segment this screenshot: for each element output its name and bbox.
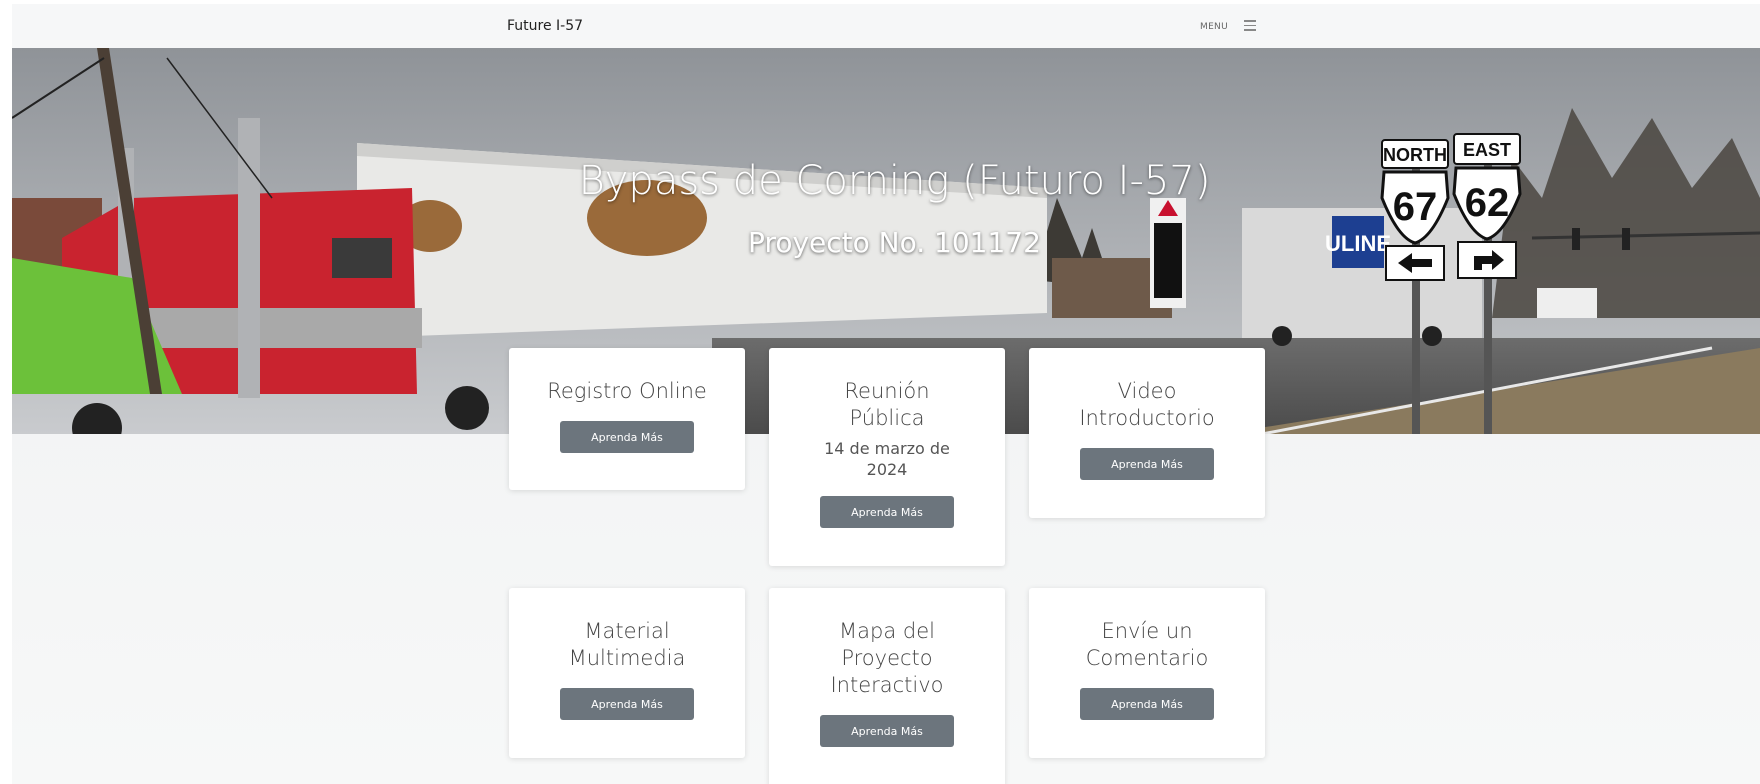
- card-title: Registro Online: [547, 379, 707, 403]
- card-title-line: Material: [584, 619, 670, 643]
- card-title-line: Video: [1117, 379, 1177, 403]
- card-title-line: Introductorio: [1079, 406, 1215, 430]
- card-title-line: Envíe un: [1101, 619, 1193, 643]
- hamburger-menu-icon[interactable]: [1244, 20, 1256, 31]
- card-registro-online: Registro Online Aprenda Más: [509, 348, 745, 490]
- envie-comentario-learn-more-button[interactable]: Aprenda Más: [1080, 688, 1214, 720]
- card-envie-comentario: Envíe un Comentario Aprenda Más: [1029, 588, 1265, 758]
- registro-online-learn-more-button[interactable]: Aprenda Más: [560, 421, 694, 453]
- hero-subtitle: Proyecto No. 101172: [748, 226, 1041, 259]
- site-brand-link[interactable]: Future I-57: [507, 18, 583, 34]
- card-title-line: Pública: [849, 406, 925, 430]
- card-title: Envíe un Comentario: [1029, 618, 1265, 672]
- reunion-publica-learn-more-button[interactable]: Aprenda Más: [820, 496, 954, 528]
- card-material-multimedia: Material Multimedia Aprenda Más: [509, 588, 745, 758]
- top-navbar: Future I-57 MENU: [12, 4, 1760, 48]
- card-title-line: Reunión: [844, 379, 930, 403]
- material-multimedia-learn-more-button[interactable]: Aprenda Más: [560, 688, 694, 720]
- sign-east-text: EAST: [1463, 140, 1511, 160]
- menu-label[interactable]: MENU: [1200, 22, 1228, 32]
- card-title-line: Interactivo: [830, 673, 944, 697]
- card-title: Material Multimedia: [509, 618, 745, 672]
- hero-title: Bypass de Corning (Futuro I-57): [578, 158, 1211, 204]
- card-video-introductorio: Video Introductorio Aprenda Más: [1029, 348, 1265, 518]
- card-title: Reunión Pública: [769, 378, 1005, 432]
- meeting-date-line: 14 de marzo de: [824, 439, 950, 458]
- meeting-date-line: 2024: [866, 460, 908, 479]
- page: Future I-57 MENU ULINE NORTH 67 EAST 62 …: [12, 4, 1760, 784]
- card-title-line: Multimedia: [568, 646, 686, 670]
- card-mapa-interactivo: Mapa del Proyecto Interactivo Aprenda Má…: [769, 588, 1005, 784]
- mapa-interactivo-learn-more-button[interactable]: Aprenda Más: [820, 715, 954, 747]
- video-introductorio-learn-more-button[interactable]: Aprenda Más: [1080, 448, 1214, 480]
- card-title: Mapa del Proyecto Interactivo: [769, 618, 1005, 699]
- card-reunion-publica: Reunión Pública 14 de marzo de 2024 Apre…: [769, 348, 1005, 566]
- meeting-date: 14 de marzo de 2024: [769, 438, 1005, 480]
- card-title-line: Comentario: [1085, 646, 1209, 670]
- card-title-line: Proyecto: [841, 646, 933, 670]
- card-title: Video Introductorio: [1029, 378, 1265, 432]
- card-title-line: Mapa del: [839, 619, 935, 643]
